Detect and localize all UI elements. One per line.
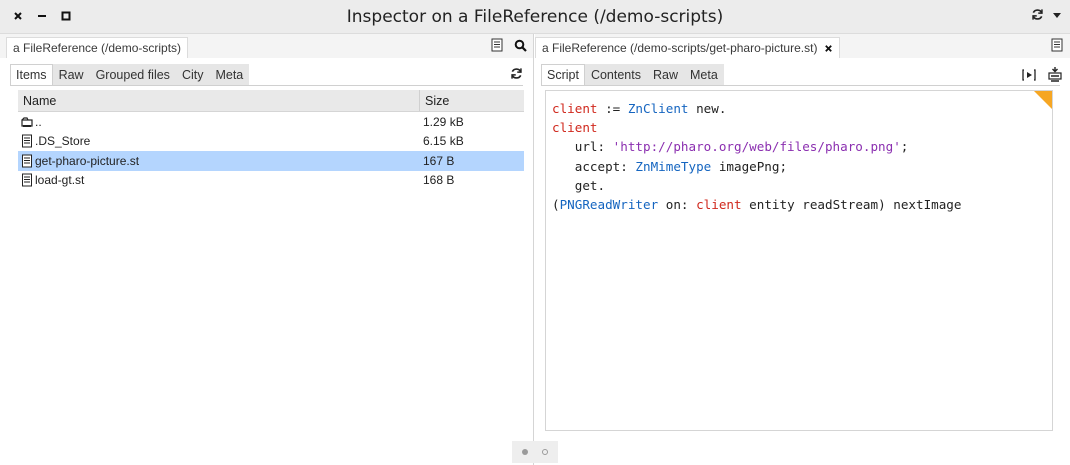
column-header-name[interactable]: Name	[18, 90, 420, 111]
file-table: Name Size .. 1.29 kB .DS_Store 6.15 kB g…	[18, 90, 524, 190]
row-name-cell: ..	[18, 115, 420, 129]
code-line-4: accept: ZnMimeType imagePng;	[552, 158, 788, 174]
tab-items[interactable]: Items	[10, 64, 53, 86]
row-name: ..	[35, 114, 42, 129]
tab-city[interactable]: City	[175, 64, 210, 86]
tab-script[interactable]: Script	[541, 64, 585, 86]
right-tab-divider	[541, 85, 1060, 86]
row-name: load-gt.st	[35, 173, 85, 188]
row-name: .DS_Store	[35, 134, 91, 149]
play-icon	[1022, 69, 1036, 81]
row-size: 1.29 kB	[423, 114, 464, 129]
run-script-button[interactable]	[1022, 69, 1036, 84]
code-line-6: (PNGReadWriter on: client entity readStr…	[552, 197, 962, 213]
tab-meta[interactable]: Meta	[209, 64, 250, 86]
tab-grouped-files[interactable]: Grouped files	[89, 64, 176, 86]
window-title: Inspector on a FileReference (/demo-scri…	[346, 7, 724, 27]
row-size: 168 B	[423, 173, 455, 188]
left-pane-inspect-button[interactable]	[490, 38, 504, 55]
table-row-selected[interactable]: get-pharo-picture.st 167 B	[18, 151, 524, 171]
editor-corner-marker	[1034, 91, 1052, 109]
row-name-cell: load-gt.st	[18, 173, 420, 187]
window-titlebar: Inspector on a FileReference (/demo-scri…	[0, 0, 1070, 34]
left-pane-search-button[interactable]	[514, 39, 527, 55]
document-icon	[1051, 38, 1063, 52]
left-inspector-pane: a FileReference (/demo-scripts) Items Ra…	[0, 34, 534, 465]
close-icon	[825, 45, 833, 52]
code-line-2: client	[552, 120, 598, 136]
table-row[interactable]: .. 1.29 kB	[18, 112, 524, 132]
left-pane-view-tabs: Items Raw Grouped files City Meta	[10, 64, 523, 86]
close-pane-button[interactable]	[824, 42, 833, 56]
table-row[interactable]: load-gt.st 168 B	[18, 171, 524, 191]
tab-raw[interactable]: Raw	[52, 64, 90, 86]
refresh-icon	[1032, 9, 1043, 20]
search-icon	[514, 39, 527, 52]
column-header-size[interactable]: Size	[420, 90, 524, 111]
refresh-window-button[interactable]	[1031, 8, 1044, 24]
row-size: 6.15 kB	[423, 134, 464, 149]
file-icon	[21, 134, 33, 148]
right-pane-header: a FileReference (/demo-scripts/get-pharo…	[535, 34, 1070, 58]
left-pane-title-tab[interactable]: a FileReference (/demo-scripts)	[6, 37, 189, 58]
right-inspector-pane: a FileReference (/demo-scripts/get-pharo…	[535, 34, 1070, 465]
pager-dot[interactable]	[542, 449, 548, 455]
tab-raw[interactable]: Raw	[646, 64, 684, 86]
file-icon	[21, 173, 33, 187]
file-icon	[21, 154, 33, 168]
tab-meta[interactable]: Meta	[684, 64, 724, 86]
row-size: 167 B	[423, 153, 455, 168]
left-tab-divider	[10, 85, 523, 86]
left-refresh-button[interactable]	[510, 67, 523, 83]
table-row[interactable]: .DS_Store 6.15 kB	[18, 132, 524, 152]
script-code: client := ZnClient new. client url: 'htt…	[552, 99, 961, 214]
chevron-down-icon	[1053, 13, 1061, 18]
pager-dot-active[interactable]	[522, 449, 528, 455]
row-name: get-pharo-picture.st	[35, 153, 140, 168]
right-pane-title-tab[interactable]: a FileReference (/demo-scripts/get-pharo…	[535, 37, 841, 58]
row-name-cell: .DS_Store	[18, 134, 420, 148]
right-pane-inspect-button[interactable]	[1050, 38, 1064, 55]
folder-icon	[21, 115, 33, 129]
right-pane-view-tabs: Script Contents Raw Meta	[541, 64, 1060, 86]
code-line-5: get.	[552, 177, 606, 193]
pane-pager	[512, 441, 558, 463]
window-menu-button[interactable]	[1052, 9, 1062, 23]
right-pane-title: a FileReference (/demo-scripts/get-pharo…	[542, 41, 818, 55]
code-line-3: url: 'http://pharo.org/web/files/pharo.p…	[552, 139, 909, 155]
document-icon	[491, 38, 503, 52]
code-line-1: client := ZnClient new.	[552, 101, 727, 116]
script-editor[interactable]: client := ZnClient new. client url: 'htt…	[545, 90, 1053, 431]
print-it-icon	[1048, 67, 1062, 82]
refresh-icon	[511, 68, 522, 79]
left-pane-header: a FileReference (/demo-scripts)	[0, 34, 533, 58]
tab-contents[interactable]: Contents	[584, 64, 647, 86]
row-name-cell: get-pharo-picture.st	[18, 154, 420, 168]
inspect-result-button[interactable]	[1048, 67, 1062, 86]
file-table-header: Name Size	[18, 90, 524, 112]
